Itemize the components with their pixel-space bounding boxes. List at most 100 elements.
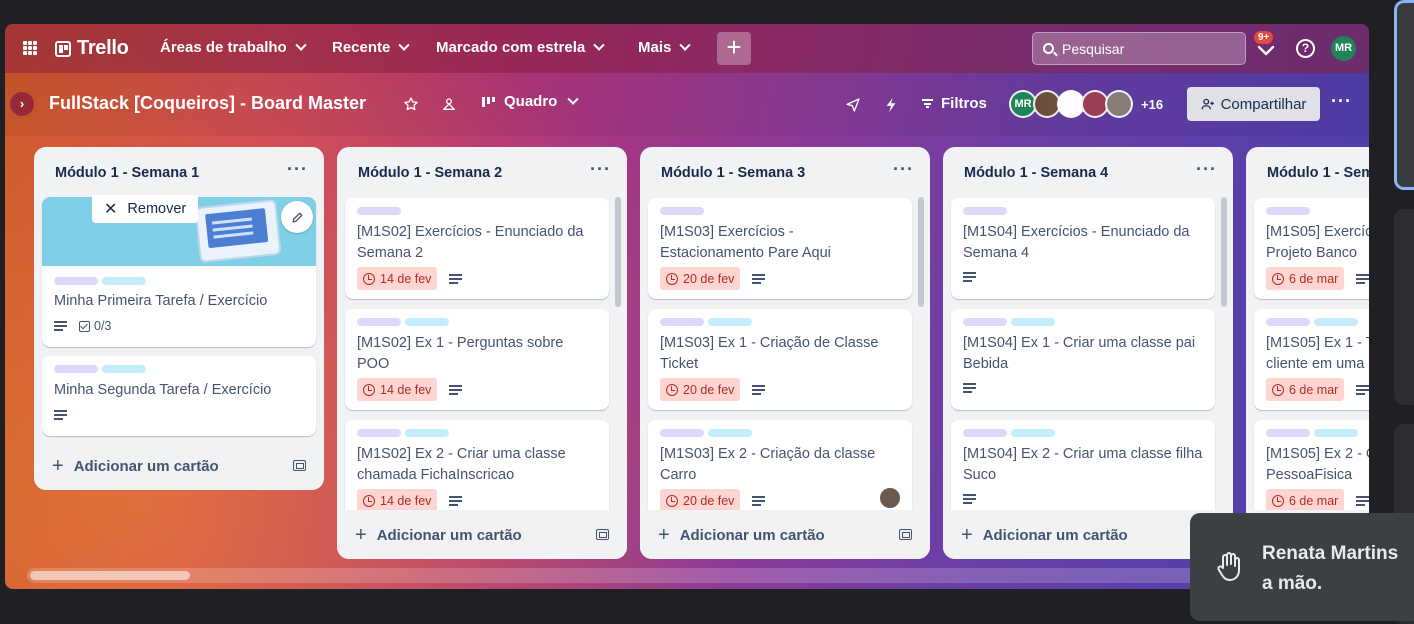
due-date-badge[interactable]: 6 de mar [1266, 378, 1345, 401]
label-cyan[interactable] [405, 429, 449, 437]
label-cyan[interactable] [1011, 429, 1055, 437]
list-title[interactable]: Módulo 1 - Sem [1267, 165, 1369, 181]
card-labels[interactable] [963, 207, 1007, 215]
card[interactable]: [M1S02] Exercícios - Enunciado da Semana… [345, 198, 609, 299]
label-cyan[interactable] [1314, 318, 1358, 326]
list-title[interactable]: Módulo 1 - Semana 1 [55, 165, 199, 181]
scrollbar-thumb[interactable] [30, 571, 190, 580]
card-labels[interactable] [963, 318, 1055, 326]
card-labels[interactable] [54, 365, 146, 373]
label-cyan[interactable] [102, 277, 146, 285]
card[interactable]: Minha Segunda Tarefa / Exercício [42, 356, 316, 436]
label-purple[interactable] [1266, 429, 1310, 437]
due-date-badge[interactable]: 20 de fev [660, 267, 741, 290]
card-labels[interactable] [660, 207, 704, 215]
card-template-icon[interactable] [899, 529, 912, 540]
label-purple[interactable] [357, 429, 401, 437]
card-labels[interactable] [1266, 318, 1358, 326]
automation-bolt-icon[interactable] [884, 97, 898, 113]
card[interactable]: [M1S03] Ex 1 - Criação de Classe Ticket … [648, 309, 912, 410]
card[interactable]: ✕ Remover Minha Primeira Tarefa / Exercí… [42, 195, 316, 347]
card-labels[interactable] [660, 429, 752, 437]
label-purple[interactable] [660, 318, 704, 326]
due-date-badge[interactable]: 6 de mar [1266, 267, 1345, 290]
card[interactable]: [M1S03] Ex 2 - Criação da classe Carro 2… [648, 420, 912, 521]
trello-logo[interactable]: Trello [55, 37, 129, 60]
label-purple[interactable] [357, 318, 401, 326]
list-title[interactable]: Módulo 1 - Semana 2 [358, 165, 502, 181]
label-purple[interactable] [963, 207, 1007, 215]
help-icon[interactable]: ? [1296, 39, 1315, 58]
board-members[interactable]: MR +16 [1009, 90, 1163, 118]
sidebar-expand-button[interactable]: › [10, 92, 34, 116]
label-cyan[interactable] [102, 365, 146, 373]
participant-tile[interactable] [1394, 209, 1414, 405]
card-labels[interactable] [54, 277, 146, 285]
card-template-icon[interactable] [293, 460, 306, 471]
view-switcher[interactable]: Quadro [481, 93, 580, 110]
due-date-badge[interactable]: 14 de fev [357, 378, 438, 401]
user-avatar[interactable]: MR [1331, 36, 1356, 61]
member-avatar[interactable] [1105, 90, 1133, 118]
due-date-badge[interactable]: 14 de fev [357, 489, 438, 512]
search-input[interactable] [1062, 40, 1222, 57]
card[interactable]: [M1S04] Ex 1 - Criar uma classe pai Bebi… [951, 309, 1215, 410]
menu-recent[interactable]: Recente [332, 39, 411, 56]
card-member-avatar[interactable] [878, 486, 902, 510]
label-purple[interactable] [357, 207, 401, 215]
due-date-badge[interactable]: 20 de fev [660, 378, 741, 401]
card[interactable]: [M1S02] Ex 2 - Criar uma classe chamada … [345, 420, 609, 521]
label-purple[interactable] [963, 429, 1007, 437]
menu-starred[interactable]: Marcado com estrela [436, 39, 605, 56]
card[interactable]: [M1S05] Exercíc Projeto Banco 6 de mar [1254, 198, 1369, 299]
more-members-count[interactable]: +16 [1141, 97, 1163, 112]
due-date-badge[interactable]: 6 de mar [1266, 489, 1345, 512]
add-card-button[interactable]: + Adicionar um cartão [658, 524, 825, 547]
list-scrollbar[interactable] [1221, 197, 1227, 307]
card-labels[interactable] [1266, 429, 1358, 437]
label-cyan[interactable] [1011, 318, 1055, 326]
card-labels[interactable] [660, 318, 752, 326]
label-cyan[interactable] [1314, 429, 1358, 437]
add-card-button[interactable]: + Adicionar um cartão [52, 455, 219, 478]
card[interactable]: [M1S04] Ex 2 - Criar uma classe filha Su… [951, 420, 1215, 521]
label-purple[interactable] [963, 318, 1007, 326]
board-title[interactable]: FullStack [Coqueiros] - Board Master [49, 93, 366, 114]
card-labels[interactable] [1266, 207, 1310, 215]
card[interactable]: [M1S03] Exercícios - Estacionamento Pare… [648, 198, 912, 299]
list-menu-button[interactable]: ··· [893, 159, 914, 180]
label-purple[interactable] [1266, 318, 1310, 326]
filters-button[interactable]: Filtros [922, 95, 987, 112]
list-title[interactable]: Módulo 1 - Semana 3 [661, 165, 805, 181]
card[interactable]: [M1S02] Ex 1 - Perguntas sobre POO 14 de… [345, 309, 609, 410]
card-labels[interactable] [357, 429, 449, 437]
list-scrollbar[interactable] [918, 197, 924, 307]
remove-cover-button[interactable]: ✕ Remover [92, 195, 198, 223]
add-card-button[interactable]: + Adicionar um cartão [961, 524, 1128, 547]
participant-tile-active[interactable] [1394, 0, 1414, 190]
star-icon[interactable] [403, 96, 419, 112]
label-purple[interactable] [660, 207, 704, 215]
power-ups-icon[interactable] [845, 97, 861, 113]
list-menu-button[interactable]: ··· [287, 159, 308, 180]
search-box[interactable] [1032, 32, 1246, 65]
share-button[interactable]: Compartilhar [1187, 87, 1320, 121]
label-purple[interactable] [1266, 207, 1310, 215]
label-cyan[interactable] [405, 318, 449, 326]
card-template-icon[interactable] [596, 529, 609, 540]
label-cyan[interactable] [708, 318, 752, 326]
list-title[interactable]: Módulo 1 - Semana 4 [964, 165, 1108, 181]
app-switcher-icon[interactable] [23, 41, 37, 55]
due-date-badge[interactable]: 20 de fev [660, 489, 741, 512]
label-purple[interactable] [54, 277, 98, 285]
card[interactable]: [M1S05] Ex 1 - T cliente em uma 6 de mar [1254, 309, 1369, 410]
label-purple[interactable] [660, 429, 704, 437]
add-card-button[interactable]: + Adicionar um cartão [355, 524, 522, 547]
workspace-visibility-icon[interactable] [441, 96, 457, 112]
card-labels[interactable] [963, 429, 1055, 437]
label-purple[interactable] [54, 365, 98, 373]
menu-more[interactable]: Mais [638, 39, 692, 56]
list-scrollbar[interactable] [615, 197, 621, 307]
create-button[interactable]: + [717, 32, 751, 65]
board-horizontal-scrollbar[interactable] [27, 568, 1357, 583]
